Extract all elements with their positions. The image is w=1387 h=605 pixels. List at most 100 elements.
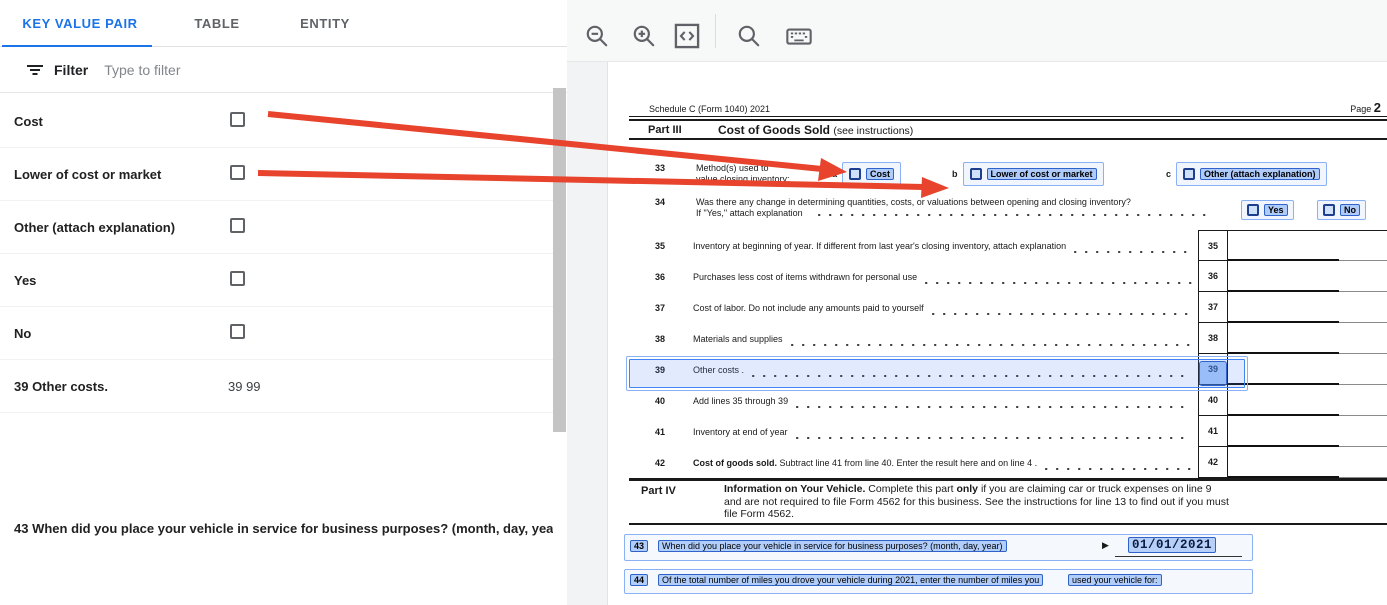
option-34-yes[interactable]: Yes <box>1241 200 1294 220</box>
checkbox[interactable] <box>230 218 245 233</box>
kv-row-cost[interactable]: Cost <box>0 95 553 148</box>
kv-row-lower-of-cost[interactable]: Lower of cost or market <box>0 148 553 201</box>
row-box-num: 41 <box>1198 416 1228 447</box>
option-33b[interactable]: b Lower of cost or market <box>952 162 1104 186</box>
amount-cell <box>1228 292 1387 323</box>
zoom-out-icon <box>584 23 610 49</box>
option-label: Lower of cost or market <box>987 168 1097 180</box>
row-num: 42 <box>629 458 693 468</box>
extraction-panel: KEY VALUE PAIR TABLE ENTITY Filter Cost … <box>0 0 567 605</box>
checkbox-no-icon[interactable] <box>1323 204 1335 216</box>
checkbox[interactable] <box>230 324 245 339</box>
code-embed-icon <box>673 22 701 50</box>
line44-text-chip: Of the total number of miles you drove y… <box>658 574 1043 586</box>
highlight-box-lower-of-cost[interactable]: Lower of cost or market <box>963 162 1104 186</box>
checkbox-33a-icon[interactable] <box>849 168 861 180</box>
option-label: No <box>1340 204 1360 216</box>
form-title: Schedule C (Form 1040) 2021 <box>649 104 770 114</box>
document-toolbar <box>567 0 1387 62</box>
form-row-38: 38 Materials and supplies 38 <box>629 323 1387 354</box>
kv-key: Cost <box>14 114 43 129</box>
kv-key: No <box>14 326 31 341</box>
highlight-box-line43[interactable]: 43 When did you place your vehicle in se… <box>624 534 1253 561</box>
option-letter: c <box>1166 169 1171 179</box>
highlight-box-cost[interactable]: Cost <box>842 162 901 186</box>
checkbox-33c-icon[interactable] <box>1183 168 1195 180</box>
form-row-36: 36 Purchases less cost of items withdraw… <box>629 261 1387 292</box>
page-label: Page <box>1350 104 1371 114</box>
part4-label: Part IV <box>641 485 676 497</box>
kv-key: 43 When did you place your vehicle in se… <box>14 521 553 536</box>
row-box-num: 38 <box>1198 323 1228 354</box>
filter-input[interactable] <box>102 61 302 79</box>
highlight-box-other[interactable]: Other (attach explanation) <box>1176 162 1327 186</box>
kv-key: Yes <box>14 273 36 288</box>
kv-row-no[interactable]: No <box>0 307 553 360</box>
checkbox-yes-icon[interactable] <box>1247 204 1259 216</box>
option-letter: b <box>952 169 958 179</box>
tab-key-value-pair[interactable]: KEY VALUE PAIR <box>0 0 160 46</box>
row-box-num: 42 <box>1198 447 1228 478</box>
option-33a[interactable]: a Cost <box>832 162 901 186</box>
zoom-out-button[interactable] <box>583 22 611 50</box>
option-33c[interactable]: c Other (attach explanation) <box>1166 162 1327 186</box>
amount-cell <box>1228 230 1387 261</box>
part3-title: Cost of Goods Sold (see instructions) <box>718 123 913 137</box>
form-row-42: 42 Cost of goods sold. Subtract line 41 … <box>629 447 1387 478</box>
kv-row-yes[interactable]: Yes <box>0 254 553 307</box>
tab-bar: KEY VALUE PAIR TABLE ENTITY <box>0 0 567 47</box>
highlight-box-no[interactable]: No <box>1317 200 1366 220</box>
checkbox[interactable] <box>230 271 245 286</box>
dot-leader <box>818 214 1208 216</box>
line44-text-chip2: used your vehicle for: <box>1068 574 1162 586</box>
row-box-num: 35 <box>1198 230 1228 261</box>
filter-label: Filter <box>54 62 88 78</box>
shortcut-keys-button[interactable] <box>785 22 813 50</box>
line43-text-chip: When did you place your vehicle in servi… <box>658 540 1007 552</box>
filter-icon <box>26 61 44 79</box>
amount-cell <box>1228 323 1387 354</box>
kv-row-other[interactable]: Other (attach explanation) <box>0 201 553 254</box>
checkbox[interactable] <box>230 165 245 180</box>
row-box-num: 37 <box>1198 292 1228 323</box>
amount-cell <box>1228 447 1387 478</box>
row-num: 40 <box>629 396 693 406</box>
option-34-no[interactable]: No <box>1317 200 1366 220</box>
row-num: 39 <box>629 365 693 375</box>
kv-key: Lower of cost or market <box>14 167 161 182</box>
form-row-35: 35 Inventory at beginning of year. If di… <box>629 230 1387 261</box>
row-box-num: 39 <box>1198 354 1228 385</box>
tab-table[interactable]: TABLE <box>172 0 262 46</box>
checkbox[interactable] <box>230 112 245 127</box>
embed-code-button[interactable] <box>673 22 701 50</box>
row-box-num: 36 <box>1198 261 1228 292</box>
keyboard-icon <box>785 22 813 50</box>
amount-cell <box>1228 385 1387 416</box>
form-row-39: 39 Other costs . 39 <box>629 354 1387 385</box>
zoom-in-icon <box>631 23 657 49</box>
highlight-box-line44[interactable]: 44 Of the total number of miles you drov… <box>624 569 1253 594</box>
document-viewer[interactable]: Schedule C (Form 1040) 2021 Page 2 Part … <box>567 62 1387 605</box>
checkbox-33b-icon[interactable] <box>970 168 982 180</box>
row-num: 37 <box>629 303 693 313</box>
line43-num-chip: 43 <box>630 540 648 552</box>
kv-row-other-costs[interactable]: 39 Other costs. 39 99 <box>0 360 553 413</box>
kv-row-vehicle-date[interactable]: 43 When did you place your vehicle in se… <box>0 505 553 551</box>
zoom-in-button[interactable] <box>630 22 658 50</box>
option-label: Yes <box>1264 204 1288 216</box>
line43-value[interactable]: 01/01/2021 <box>1128 537 1216 553</box>
amount-cell <box>1228 416 1387 447</box>
kv-key: 39 Other costs. <box>14 379 108 394</box>
scrollbar-thumb[interactable] <box>553 88 566 432</box>
row-num: 36 <box>629 272 693 282</box>
tab-entity[interactable]: ENTITY <box>280 0 370 46</box>
highlight-box-yes[interactable]: Yes <box>1241 200 1294 220</box>
toolbar-divider <box>715 14 716 48</box>
kv-key: Other (attach explanation) <box>14 220 175 235</box>
search-button[interactable] <box>735 22 763 50</box>
filter-bar: Filter <box>0 47 567 93</box>
app-window: KEY VALUE PAIR TABLE ENTITY Filter Cost … <box>0 0 1387 605</box>
search-icon <box>736 23 762 49</box>
line34-num: 34 <box>655 197 665 208</box>
amount-cell <box>1228 261 1387 292</box>
